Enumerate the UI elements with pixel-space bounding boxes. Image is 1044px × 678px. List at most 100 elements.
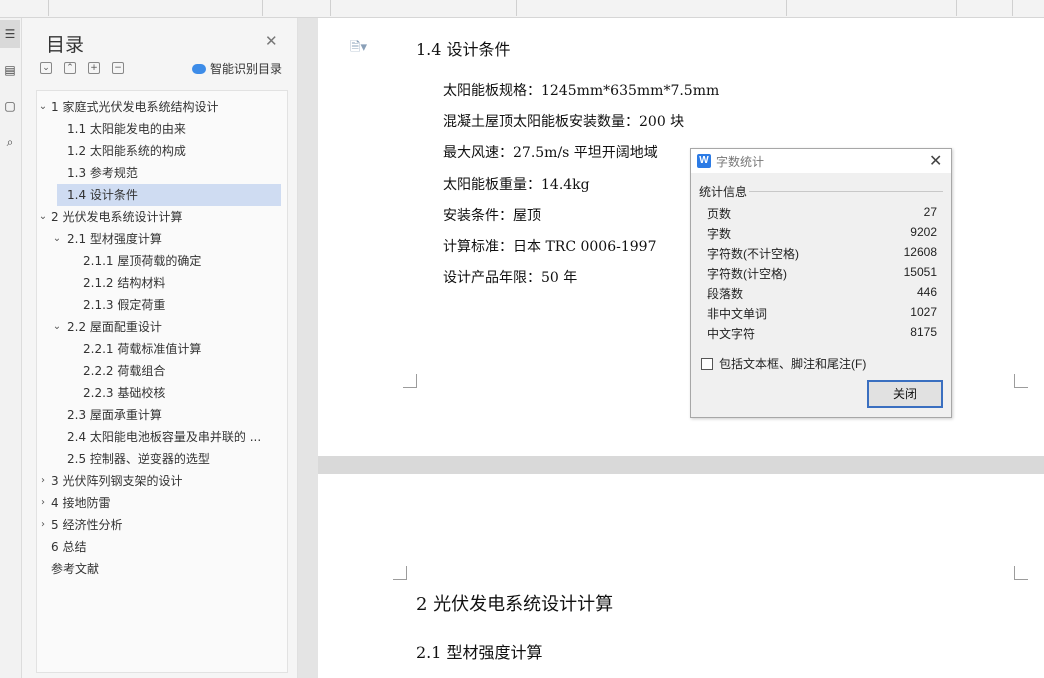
outline-item[interactable]: 参考文献 bbox=[37, 558, 289, 580]
smart-toc-button[interactable]: 智能识别目录 bbox=[192, 60, 282, 77]
doc-gutter bbox=[298, 18, 318, 678]
add-icon[interactable]: + bbox=[88, 62, 100, 74]
outline-item-label: 2.2.3 基础校核 bbox=[83, 386, 166, 400]
chevron-right-icon[interactable]: › bbox=[37, 470, 49, 492]
crop-mark bbox=[1014, 374, 1028, 388]
stat-label: 页数 bbox=[707, 207, 732, 221]
chapter-heading: 2 光伏发电系统设计计算 bbox=[416, 594, 614, 615]
outline-item[interactable]: › 5 经济性分析 bbox=[37, 514, 289, 536]
outline-rail-icon[interactable]: ☰ bbox=[0, 20, 20, 48]
stat-row: 非中文单词 1027 bbox=[707, 303, 937, 323]
stat-value: 1027 bbox=[910, 305, 937, 319]
stat-row: 中文字符 8175 bbox=[707, 323, 937, 343]
bookmark-rail-icon[interactable]: ▢ bbox=[0, 92, 20, 120]
top-toolbar bbox=[0, 0, 1044, 18]
checkbox-label: 包括文本框、脚注和尾注(F) bbox=[719, 357, 867, 371]
close-icon[interactable]: ✕ bbox=[929, 151, 942, 171]
stat-row: 字符数(不计空格) 12608 bbox=[707, 243, 937, 263]
stat-row: 段落数 446 bbox=[707, 283, 937, 303]
paragraph: 最大风速：27.5m/s 平坦开阔地域 bbox=[443, 145, 658, 161]
outline-title: 目录 bbox=[46, 34, 85, 56]
outline-item[interactable]: › 4 接地防雷 bbox=[37, 492, 289, 514]
outline-item[interactable]: › 3 光伏阵列钢支架的设计 bbox=[37, 470, 289, 492]
collapse-icon[interactable]: ⌄ bbox=[40, 62, 52, 74]
divider bbox=[749, 191, 943, 192]
list-rail-icon[interactable]: ▤ bbox=[0, 56, 20, 84]
outline-item[interactable]: 2.2.2 荷载组合 bbox=[37, 360, 289, 382]
outline-item[interactable]: 2.2.3 基础校核 bbox=[37, 382, 289, 404]
outline-item[interactable]: 2.3 屋面承重计算 bbox=[57, 404, 281, 426]
stat-value: 8175 bbox=[910, 325, 937, 339]
stat-row: 字数 9202 bbox=[707, 223, 937, 243]
outline-item[interactable]: 1.3 参考规范 bbox=[57, 162, 281, 184]
paragraph: 安装条件：屋顶 bbox=[443, 208, 541, 224]
outline-item[interactable]: 2.1.1 屋顶荷载的确定 bbox=[37, 250, 289, 272]
outline-item[interactable]: ⌄ 1 家庭式光伏发电系统结构设计 bbox=[37, 96, 289, 118]
close-icon[interactable]: ✕ bbox=[265, 32, 278, 50]
stat-label: 非中文单词 bbox=[707, 307, 768, 321]
stat-label: 段落数 bbox=[707, 287, 744, 301]
section-heading: 1.4 设计条件 bbox=[416, 40, 511, 59]
section-heading: 2.1 型材强度计算 bbox=[416, 643, 543, 662]
outline-item-label: 4 接地防雷 bbox=[51, 496, 111, 510]
outline-item-label: 2.5 控制器、逆变器的选型 bbox=[67, 452, 210, 466]
outline-item-label: 1 家庭式光伏发电系统结构设计 bbox=[51, 100, 219, 114]
smart-toc-icon bbox=[192, 63, 206, 74]
stat-value: 446 bbox=[916, 285, 937, 299]
outline-item[interactable]: 1.1 太阳能发电的由来 bbox=[57, 118, 281, 140]
include-textbox-checkbox[interactable]: 包括文本框、脚注和尾注(F) bbox=[701, 355, 866, 372]
outline-item-label: 2.3 屋面承重计算 bbox=[67, 408, 162, 422]
outline-item-label: 2.1.1 屋顶荷载的确定 bbox=[83, 254, 202, 268]
dialog-titlebar[interactable]: W 字数统计 ✕ bbox=[691, 149, 951, 173]
paragraph: 设计产品年限：50 年 bbox=[443, 270, 578, 286]
remove-icon[interactable]: − bbox=[112, 62, 124, 74]
stat-label: 字数 bbox=[707, 227, 732, 241]
search-rail-icon[interactable]: ⌕ bbox=[0, 128, 20, 156]
outline-panel: 目录 ✕ ⌄ ⌃ + − 智能识别目录 ⌄ 1 家庭式光伏发电系统结构设计 1.1 … bbox=[22, 18, 298, 678]
outline-item[interactable]: 2.5 控制器、逆变器的选型 bbox=[57, 448, 281, 470]
stat-value: 12608 bbox=[903, 245, 937, 259]
outline-item[interactable]: 6 总结 bbox=[37, 536, 289, 558]
chevron-down-icon[interactable]: ⌄ bbox=[37, 96, 49, 118]
chevron-down-icon[interactable]: ⌄ bbox=[51, 228, 63, 250]
paragraph: 太阳能板重量：14.4kg bbox=[443, 177, 590, 193]
paragraph: 太阳能板规格：1245mm*635mm*7.5mm bbox=[443, 83, 720, 99]
smart-toc-label: 智能识别目录 bbox=[210, 62, 283, 76]
stat-value: 9202 bbox=[910, 225, 937, 239]
app-icon: W bbox=[697, 154, 711, 168]
paragraph: 计算标准：日本 TRC 0006-1997 bbox=[443, 239, 657, 255]
paragraph-menu-icon[interactable]: 🗎▾ bbox=[350, 38, 367, 60]
stat-label: 中文字符 bbox=[707, 327, 756, 341]
chevron-down-icon[interactable]: ⌄ bbox=[37, 206, 49, 228]
checkbox-box[interactable] bbox=[701, 357, 713, 370]
outline-item-label: 2.2 屋面配重设计 bbox=[67, 320, 162, 334]
outline-item-label: 2.2.1 荷载标准值计算 bbox=[83, 342, 202, 356]
outline-item-label: 2.2.2 荷载组合 bbox=[83, 364, 166, 378]
crop-mark bbox=[393, 566, 407, 580]
stat-label: 字符数(计空格) bbox=[707, 267, 787, 281]
page-separator bbox=[318, 456, 1044, 474]
outline-item-label: 参考文献 bbox=[51, 562, 100, 576]
chevron-right-icon[interactable]: › bbox=[37, 514, 49, 536]
chevron-right-icon[interactable]: › bbox=[37, 492, 49, 514]
stat-label: 字符数(不计空格) bbox=[707, 247, 799, 261]
outline-item[interactable]: 2.2.1 荷载标准值计算 bbox=[37, 338, 289, 360]
outline-item[interactable]: 1.2 太阳能系统的构成 bbox=[57, 140, 281, 162]
outline-item[interactable]: 1.4 设计条件 bbox=[57, 184, 281, 206]
close-button[interactable]: 关闭 bbox=[867, 380, 943, 408]
outline-item[interactable]: ⌄ 2 光伏发电系统设计计算 bbox=[37, 206, 289, 228]
outline-item[interactable]: 2.1.2 结构材料 bbox=[37, 272, 289, 294]
outline-tree: ⌄ 1 家庭式光伏发电系统结构设计 1.1 太阳能发电的由来 1.2 太阳能系统的构成… bbox=[36, 90, 288, 673]
crop-mark bbox=[1014, 566, 1028, 580]
outline-item[interactable]: 2.1.3 假定荷重 bbox=[37, 294, 289, 316]
stats-group-label: 统计信息 bbox=[699, 185, 748, 199]
stat-row: 字符数(计空格) 15051 bbox=[707, 263, 937, 283]
outline-item-label: 2.1.2 结构材料 bbox=[83, 276, 166, 290]
expand-icon[interactable]: ⌃ bbox=[64, 62, 76, 74]
outline-item[interactable]: 2.4 太阳能电池板容量及串并联的 ... bbox=[57, 426, 281, 448]
outline-item[interactable]: ⌄ 2.2 屋面配重设计 bbox=[37, 316, 289, 338]
chevron-down-icon[interactable]: ⌄ bbox=[51, 316, 63, 338]
word-count-dialog: W 字数统计 ✕ 统计信息 页数 27 字数 9202 字符数(不计空格) 12608 字符… bbox=[690, 148, 952, 418]
outline-item-label: 1.3 参考规范 bbox=[67, 166, 138, 180]
outline-item[interactable]: ⌄ 2.1 型材强度计算 bbox=[37, 228, 289, 250]
